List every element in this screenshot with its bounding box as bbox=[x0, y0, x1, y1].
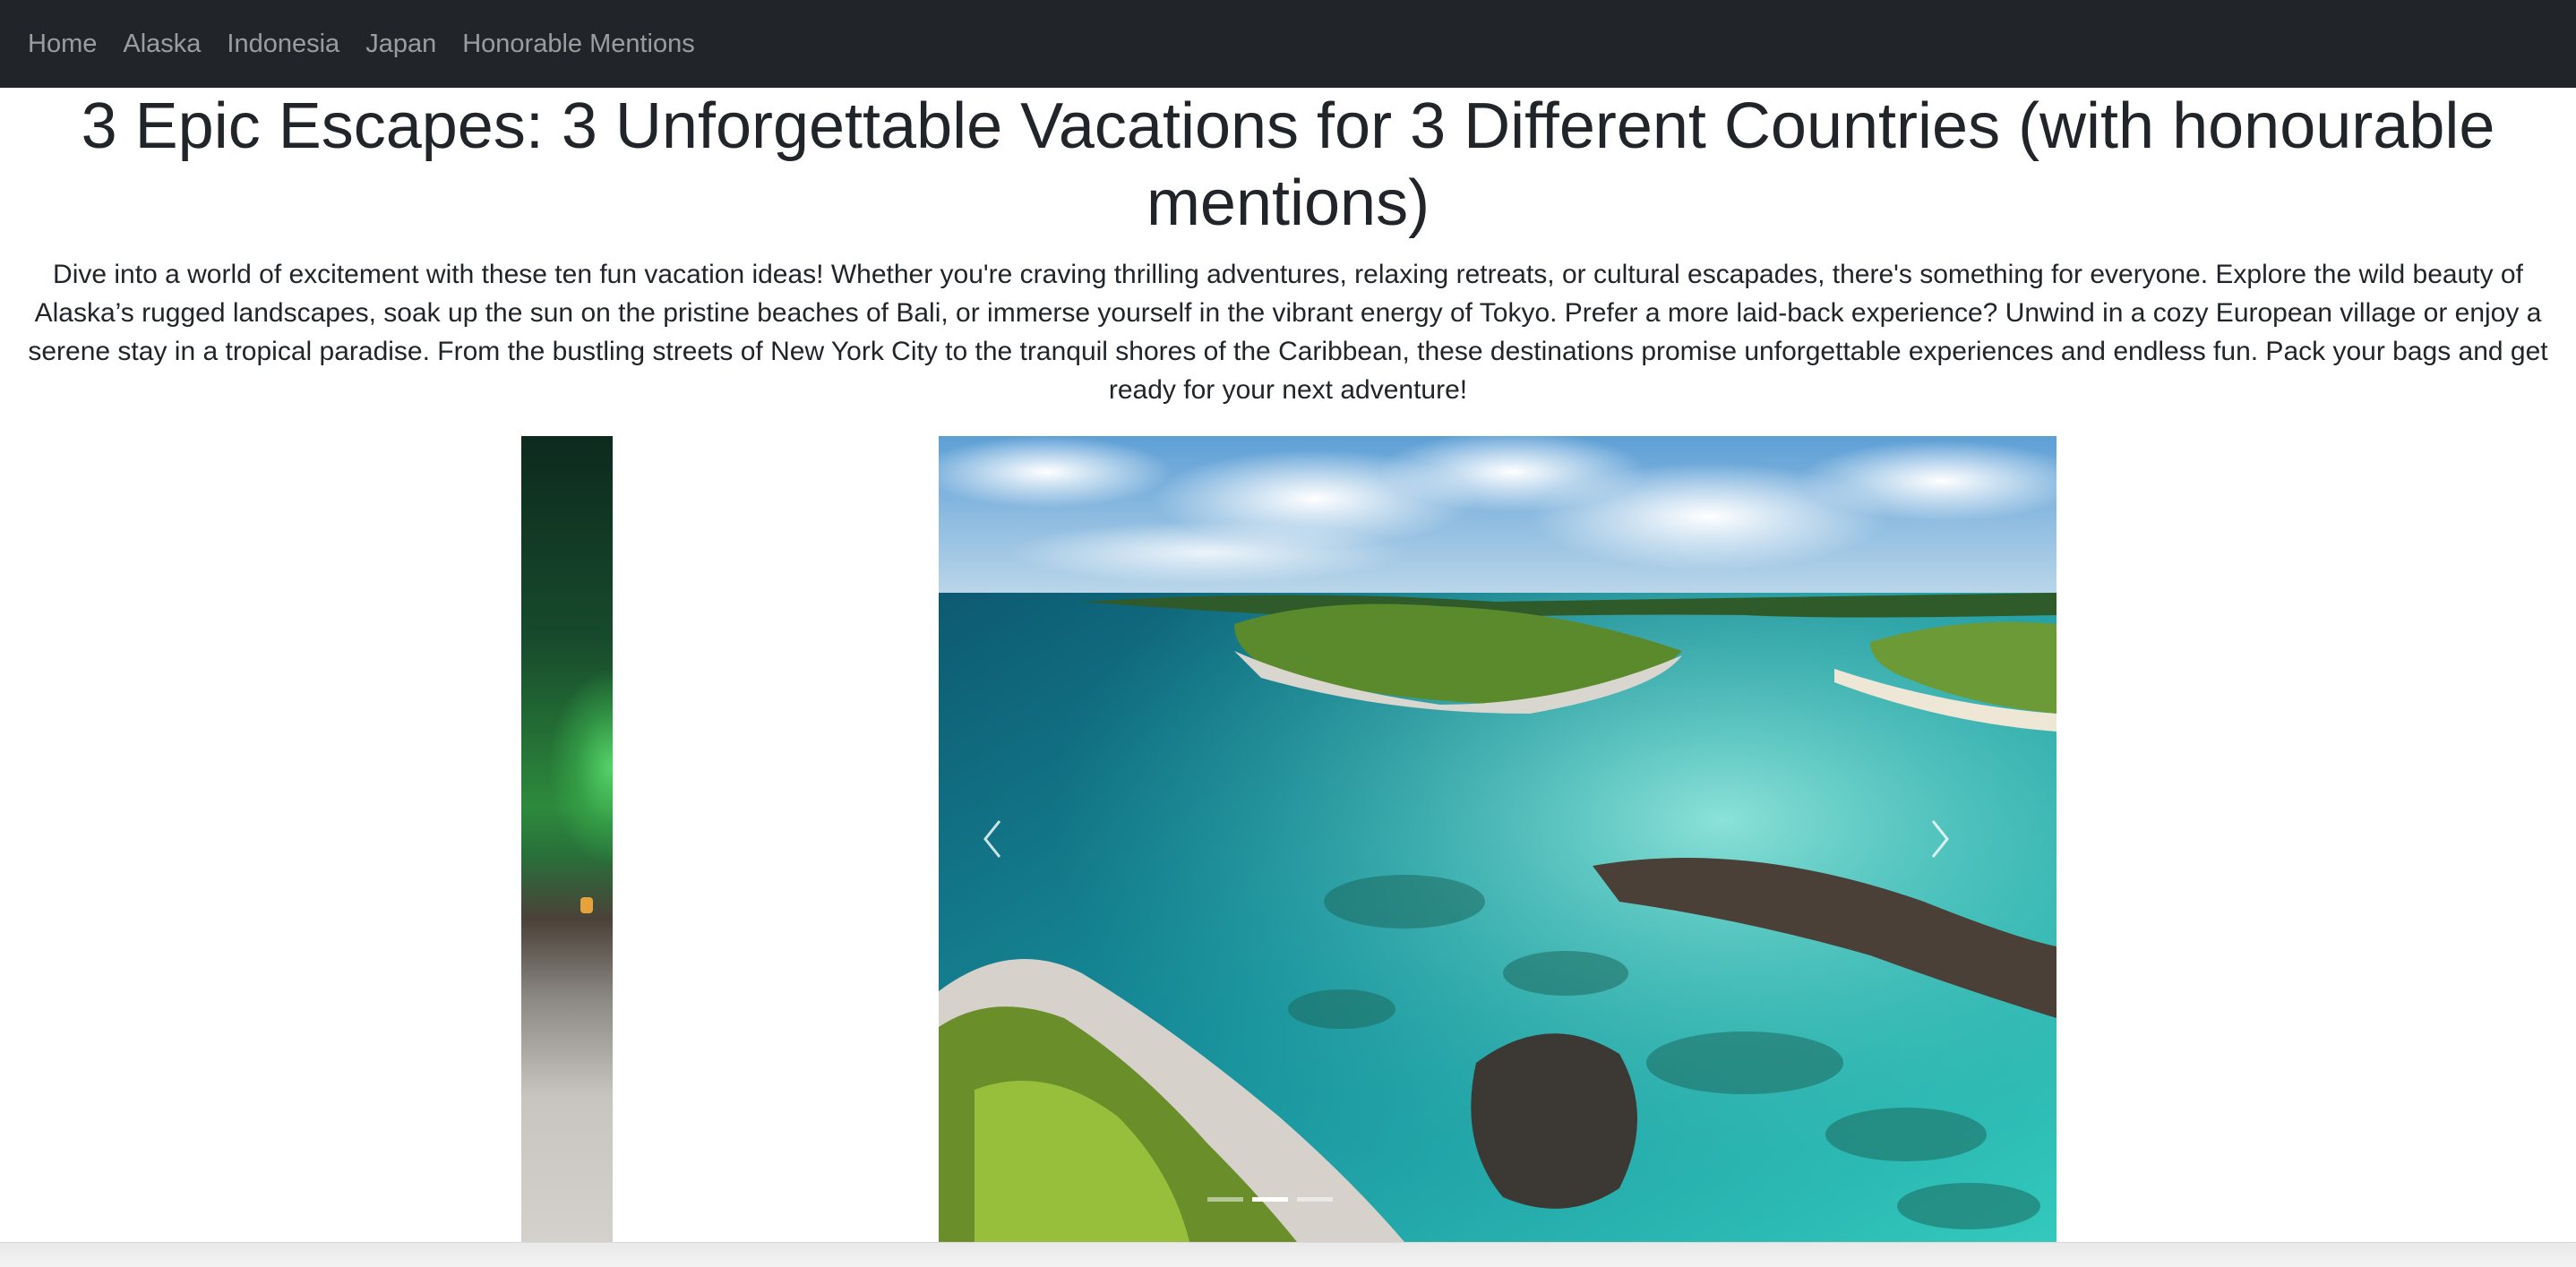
nav-link-home[interactable]: Home bbox=[28, 30, 97, 59]
bottom-edge-bar bbox=[0, 1242, 2576, 1267]
carousel-indicator-2[interactable] bbox=[1252, 1197, 1288, 1202]
nav-link-japan[interactable]: Japan bbox=[365, 30, 436, 59]
image-carousel bbox=[0, 436, 2576, 1242]
carousel-next-button[interactable] bbox=[1886, 436, 1994, 1242]
top-navbar: Home Alaska Indonesia Japan Honorable Me… bbox=[0, 0, 2576, 88]
chevron-right-icon bbox=[1931, 820, 1949, 858]
nav-link-alaska[interactable]: Alaska bbox=[123, 30, 201, 59]
carousel-indicators bbox=[1207, 1197, 1333, 1202]
page-title: 3 Epic Escapes: 3 Unforgettable Vacation… bbox=[81, 90, 2495, 239]
intro-paragraph: Dive into a world of excitement with the… bbox=[28, 260, 2548, 405]
chevron-left-icon bbox=[983, 820, 1001, 858]
carousel-prev-button[interactable] bbox=[939, 436, 1046, 1242]
nav-links: Home Alaska Indonesia Japan Honorable Me… bbox=[28, 30, 721, 59]
carousel-indicator-1[interactable] bbox=[1207, 1197, 1243, 1202]
nav-link-honorable-mentions[interactable]: Honorable Mentions bbox=[462, 30, 695, 59]
carousel-indicator-3[interactable] bbox=[1297, 1197, 1333, 1202]
cabin-light bbox=[580, 897, 593, 913]
nav-link-indonesia[interactable]: Indonesia bbox=[227, 30, 339, 59]
foreground-rock bbox=[1471, 1033, 1637, 1209]
aurora-glow bbox=[548, 669, 613, 866]
carousel-slide-alaska-aurora bbox=[521, 436, 613, 1242]
